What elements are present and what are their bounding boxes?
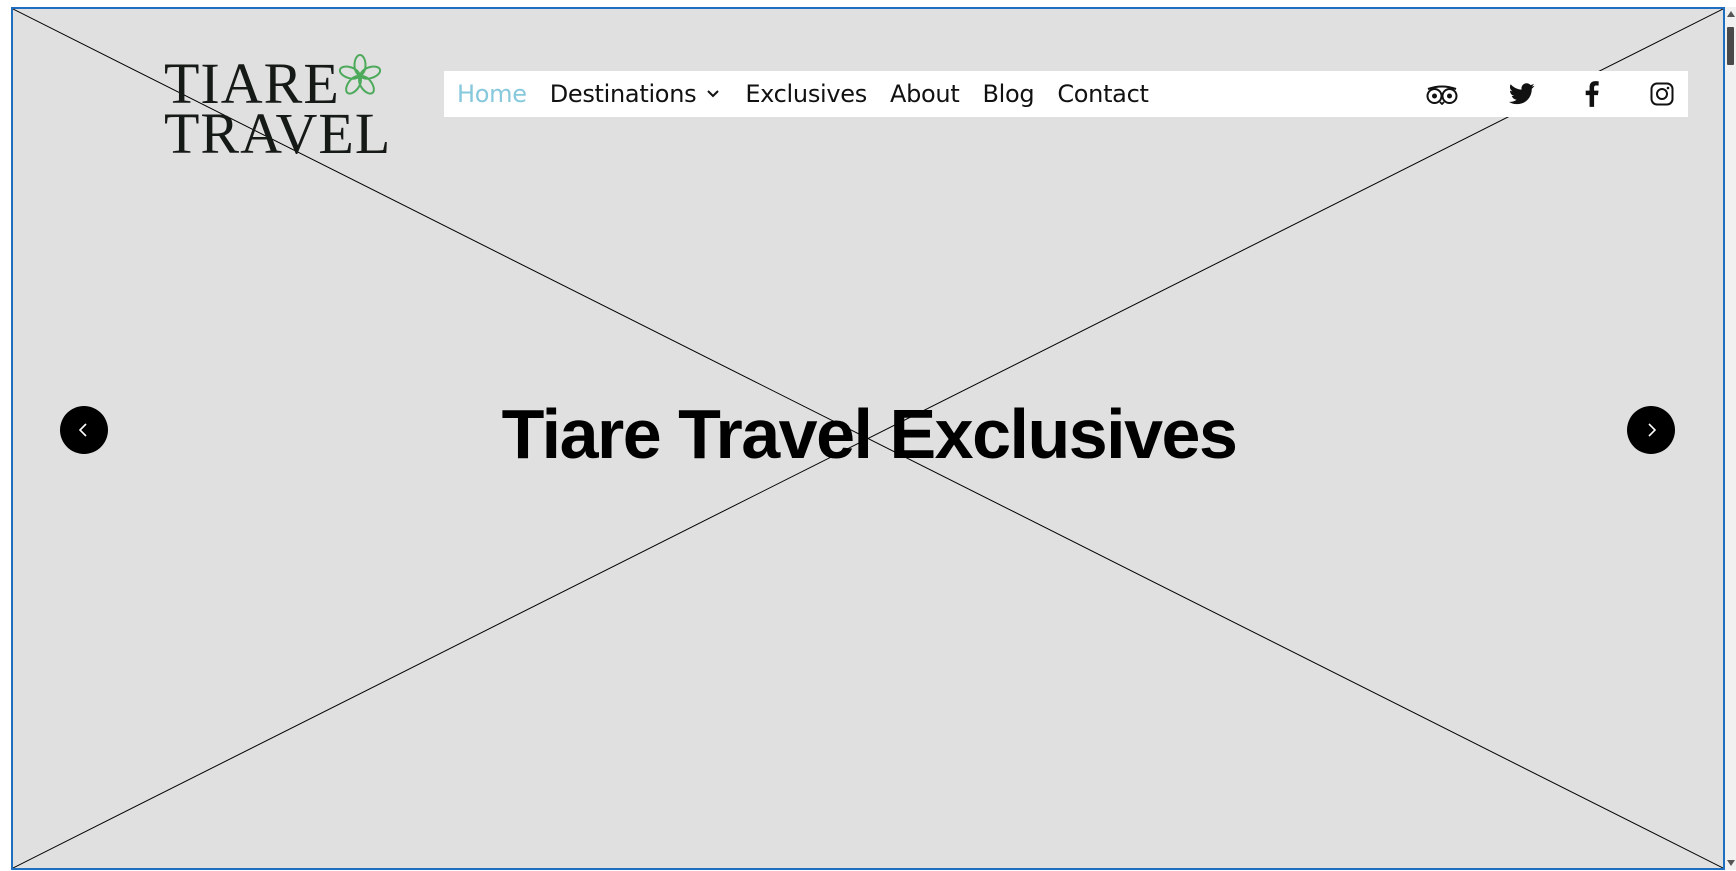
carousel-next-button[interactable] bbox=[1627, 406, 1675, 454]
scroll-up-button[interactable] bbox=[1725, 7, 1736, 21]
chevron-right-icon bbox=[1648, 423, 1657, 437]
instagram-icon bbox=[1650, 82, 1674, 106]
nav-item-blog[interactable]: Blog bbox=[982, 80, 1034, 108]
social-links bbox=[1424, 71, 1688, 117]
scrollbar-thumb[interactable] bbox=[1727, 27, 1734, 65]
site-logo[interactable]: TIARE TRAVEL bbox=[164, 45, 390, 163]
tripadvisor-icon bbox=[1426, 85, 1458, 105]
hero-slider: TIARE TRAVEL Home Destinations Exclusive… bbox=[11, 7, 1725, 870]
nav-item-contact[interactable]: Contact bbox=[1057, 80, 1149, 108]
twitter-icon bbox=[1509, 83, 1535, 105]
scroll-down-button[interactable] bbox=[1725, 856, 1736, 870]
nav-item-destinations[interactable]: Destinations bbox=[550, 80, 723, 108]
main-navigation: Home Destinations Exclusives About Blog … bbox=[444, 71, 1688, 117]
nav-links: Home Destinations Exclusives About Blog … bbox=[444, 71, 1172, 117]
triangle-down-icon bbox=[1726, 860, 1735, 866]
chevron-down-icon bbox=[707, 90, 720, 98]
facebook-link[interactable] bbox=[1574, 76, 1610, 112]
nav-item-home[interactable]: Home bbox=[457, 80, 527, 108]
flower-icon bbox=[338, 54, 382, 95]
logo-text-line2: TRAVEL bbox=[164, 101, 392, 166]
vertical-scrollbar[interactable] bbox=[1725, 7, 1736, 870]
twitter-link[interactable] bbox=[1504, 76, 1540, 112]
chevron-left-icon bbox=[78, 423, 87, 437]
facebook-icon bbox=[1585, 81, 1599, 107]
carousel-prev-button[interactable] bbox=[60, 406, 108, 454]
nav-item-about[interactable]: About bbox=[890, 80, 960, 108]
nav-item-exclusives[interactable]: Exclusives bbox=[745, 80, 867, 108]
triangle-up-icon bbox=[1726, 11, 1735, 17]
nav-item-destinations-label: Destinations bbox=[549, 80, 697, 108]
instagram-link[interactable] bbox=[1644, 76, 1680, 112]
tripadvisor-link[interactable] bbox=[1424, 76, 1460, 112]
